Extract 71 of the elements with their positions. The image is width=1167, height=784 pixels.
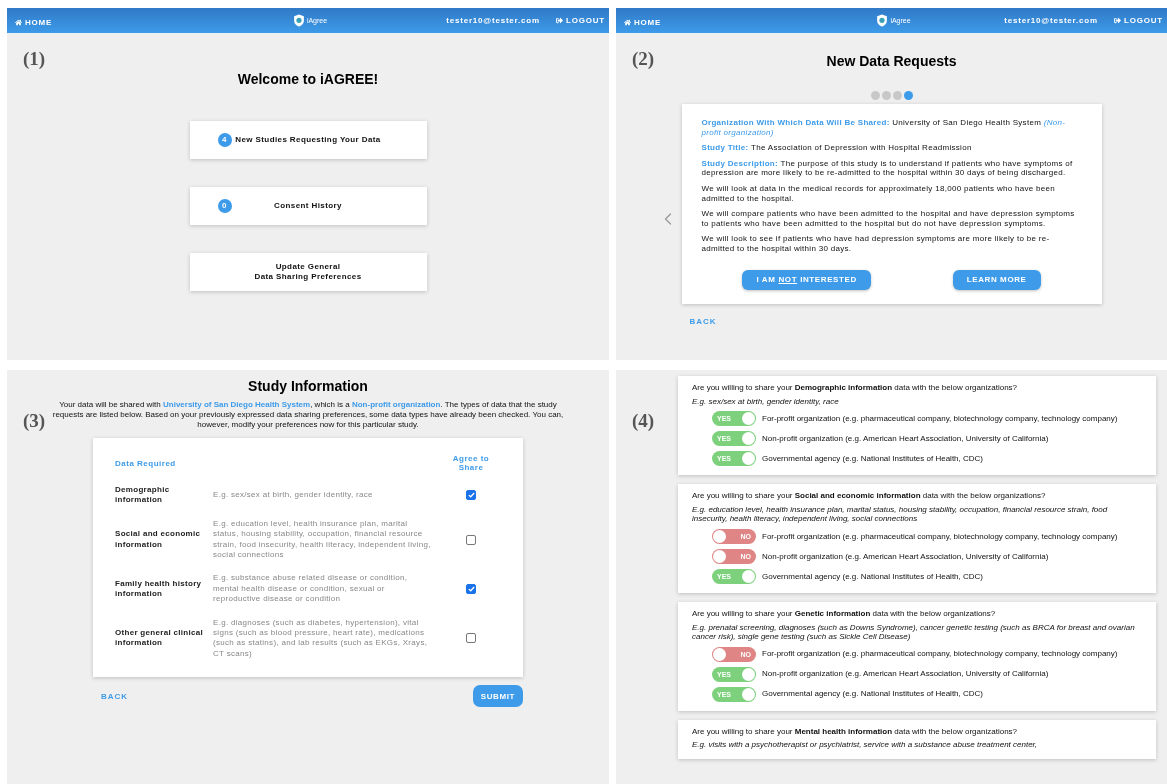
not-interested-button[interactable]: I AM NOT INTERESTED [742, 269, 871, 290]
question-text: Are you willing to share your Social and economic information data with the below organizations? [692, 491, 1047, 501]
data-type-cell-text: Other general clinical information [115, 627, 204, 649]
example-cell-text: E.g. education level, health insurance plan, marital status, housing stability, occupation, financial resource strain, food insecurity, health literacy, independent living, social connections [213, 518, 432, 561]
organization-label: Non-profit organization (e.g. American Heart Association, University of California) [762, 433, 1049, 444]
carousel-dot[interactable] [903, 91, 913, 100]
question-text: Are you willing to share your Mental health information data with the below organizations? [692, 726, 1019, 737]
question-text: Are you willing to share your Demographic information data with the below organizations? [692, 383, 1019, 393]
home-link[interactable]: HOME [624, 17, 662, 27]
organization-label: Governmental agency (e.g. National Institutes of Health, CDC) [762, 453, 983, 464]
page-title: New Data Requests [826, 53, 957, 69]
question-text: Are you willing to share your Genetic information data with the below organizations? [692, 608, 997, 619]
learn-more-button[interactable]: LEARN MORE [952, 269, 1041, 290]
logout-link[interactable]: LOGOUT [555, 16, 605, 25]
submit-button[interactable]: SUBMIT [472, 685, 523, 708]
menu-card[interactable]: Update General Data Sharing Preferences [189, 253, 427, 291]
page-title: Study Information [248, 378, 368, 394]
organization-label: Non-profit organization (e.g. American Heart Association, University of California) [762, 551, 1049, 562]
organization-label: For-profit organization (e.g. pharmaceutical company, biotechnology company, technology company) [762, 649, 1118, 660]
carousel-dot[interactable] [870, 91, 880, 100]
study-paragraph: We will compare patients who have been admitted to the hospital and have depression symptoms to patients who have been admitted to the hospital but do not have depression symptoms. [701, 209, 1076, 229]
home-icon [15, 18, 22, 26]
data-type-cell-text: Family health history information [115, 578, 203, 600]
organization-label: For-profit organization (e.g. pharmaceutical company, biotechnology company, technology company) [762, 531, 1118, 542]
share-checkbox[interactable] [466, 490, 476, 501]
carousel-dot[interactable] [892, 91, 902, 100]
study-paragraph: Study Description: The purpose of this study is to understand if patients who have symptoms of depression are more likely to be re-admitted to the hospital within 30 days of being discharged. [701, 158, 1074, 178]
count-badge: 4 [217, 133, 232, 147]
example-text: E.g. education level, health insurance plan, marital status, housing stability, occupation, financial resource strain, food insecurity, health literacy, independent living, social connections [692, 504, 1109, 524]
page-title: Welcome to iAGREE! [237, 71, 379, 87]
study-paragraph: Organization With Which Data Will Be Shared: University of San Diego Health System (Non-profit organization) [701, 118, 1067, 138]
example-text: E.g. sex/sex at birth, gender identity, race [692, 396, 840, 407]
menu-card[interactable]: 4 New Studies Requesting Your Data [189, 121, 427, 159]
study-paragraph: We will look to see if patients who have had depression symptoms are more likely to be re-admitted to the hospital within 30 days. [701, 234, 1051, 254]
example-text: E.g. visits with a psychotherapist or psychiatrist, service with a substance abuse treatment center, [692, 740, 1039, 750]
example-cell-text: E.g. sex/sex at birth, gender identity, race [213, 490, 374, 501]
share-checkbox[interactable] [466, 583, 476, 594]
intro-paragraph: Your data will be shared with University of San Diego Health System, which is a Non-profit organization. The types of data that the study requests are listed below. Based on your previously expressed data sharing preferences, some data types have already been checked. You can, however, modify your preferences now for this particular study. [51, 400, 565, 430]
data-type-cell-text: Social and economic information [115, 529, 202, 550]
share-checkbox[interactable] [466, 534, 476, 545]
study-paragraph: We will look at data in the medical records for approximately 18,000 patients who have been admitted to the hospital. [701, 183, 1057, 204]
column-header: Agree to Share [451, 454, 491, 472]
example-cell-text: E.g. substance abuse related disease or condition, mental health disease or condition, sexual or reproductive disease or condition [213, 573, 409, 605]
column-header: Data Required [115, 458, 176, 468]
data-type-cell-text: Demographic information [115, 485, 171, 506]
home-link[interactable]: HOME [15, 17, 53, 27]
back-link[interactable]: BACK [101, 691, 129, 701]
share-checkbox[interactable] [466, 633, 476, 644]
logout-icon [555, 17, 563, 24]
logout-icon [1113, 17, 1121, 24]
screen-number: (1) [23, 48, 46, 70]
screen-number: (2) [632, 48, 655, 70]
example-text: E.g. prenatal screening, diagnoses (such as Downs Syndrome), cancer genetic testing (such as BRCA for breast and ovarian cancer risk), single gene testing (such as Sickle Cell Disease) [692, 622, 1136, 642]
home-icon [624, 18, 631, 26]
shield-logo-icon [292, 14, 305, 27]
organization-label: Non-profit organization (e.g. American Heart Association, University of California) [762, 669, 1049, 680]
logout-link[interactable]: LOGOUT [1113, 16, 1163, 25]
organization-label: Governmental agency (e.g. National Institutes of Health, CDC) [762, 571, 983, 582]
user-email: tester10@tester.com [446, 16, 540, 25]
menu-card[interactable]: 0 Consent History [189, 187, 427, 225]
organization-label: For-profit organization (e.g. pharmaceutical company, biotechnology company, technology company) [762, 413, 1118, 424]
count-badge: 0 [217, 199, 232, 213]
screen-number: (3) [23, 410, 46, 432]
user-email: tester10@tester.com [1004, 16, 1098, 25]
carousel-dot[interactable] [881, 91, 891, 100]
screen-number: (4) [632, 410, 655, 432]
back-link[interactable]: BACK [689, 316, 717, 326]
study-paragraph: Study Title: The Association of Depression with Hospital Readmission [701, 143, 973, 153]
example-cell-text: E.g. diagnoses (such as diabetes, hypertension), vital signs (such as blood pressure, heart rate), medications (such as statins), and lab results (such as EKGs, Xrays, CT scans) [213, 617, 429, 660]
organization-label: Governmental agency (e.g. National Institutes of Health, CDC) [762, 689, 983, 700]
shield-logo-icon [876, 14, 889, 27]
